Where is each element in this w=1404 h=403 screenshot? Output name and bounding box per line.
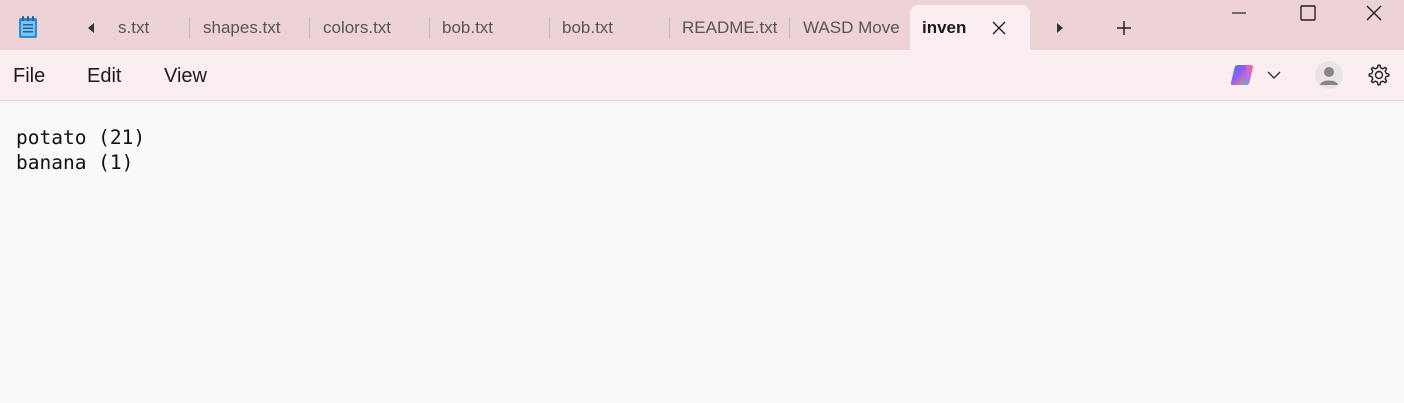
menu-view[interactable]: View [164,50,207,100]
tab-shapes-txt[interactable]: shapes.txt [203,14,303,42]
title-bar: s.txt shapes.txt colors.txt bob.txt bob.… [0,0,1404,50]
editor-line: potato (21) [16,126,146,149]
tab-wasd-move[interactable]: WASD Move [803,14,904,42]
tab-label: colors.txt [323,18,392,37]
tab-label: bob.txt [442,18,494,37]
notepad-icon [19,16,37,38]
menu-edit[interactable]: Edit [87,50,121,100]
close-window-button[interactable] [1344,0,1404,26]
menu-bar: File Edit View [0,50,1404,101]
tab-bob-txt-2[interactable]: bob.txt [562,14,662,42]
tab-close-button[interactable] [988,17,1010,39]
tab-divider [669,17,670,39]
text-editor[interactable]: potato (21) banana (1) [0,101,1404,403]
new-tab-button[interactable] [1110,14,1138,42]
tab-inven-active[interactable]: inven [910,5,1030,50]
tab-label: s.txt [118,18,150,37]
maximize-button[interactable] [1278,0,1338,26]
chevron-down-icon[interactable] [1266,67,1282,83]
plus-icon [1117,21,1131,35]
tab-label: bob.txt [562,18,614,37]
minimize-button[interactable] [1209,0,1269,26]
tab-scroll-left-button[interactable] [76,14,106,42]
tab-bob-txt[interactable]: bob.txt [442,14,542,42]
close-icon [1366,5,1382,21]
tab-divider [429,17,430,39]
tab-scroll-right-button[interactable] [1045,14,1075,42]
maximize-icon [1300,5,1316,21]
triangle-left-icon [88,23,94,33]
account-button[interactable] [1315,61,1343,89]
account-icon [1320,67,1338,85]
copilot-icon[interactable] [1229,62,1255,88]
tab-label: README.txt [682,18,778,37]
tab-divider [549,17,550,39]
tab-divider [189,17,190,39]
tab-label: WASD Move [803,18,900,37]
gear-icon[interactable] [1367,63,1391,87]
editor-line: banana (1) [16,151,134,174]
tab-readme-txt[interactable]: README.txt [682,14,786,42]
tab-divider [789,17,790,39]
tab-colors-txt[interactable]: colors.txt [323,14,423,42]
menu-file[interactable]: File [13,50,45,100]
tab-divider [309,17,310,39]
tab-label: inven [922,18,967,37]
triangle-right-icon [1057,23,1063,33]
tab-label: shapes.txt [203,18,281,37]
minimize-icon [1232,12,1246,14]
tab-s-txt[interactable]: s.txt [118,14,182,42]
close-icon [992,21,1006,35]
notepad-window: s.txt shapes.txt colors.txt bob.txt bob.… [0,0,1404,403]
